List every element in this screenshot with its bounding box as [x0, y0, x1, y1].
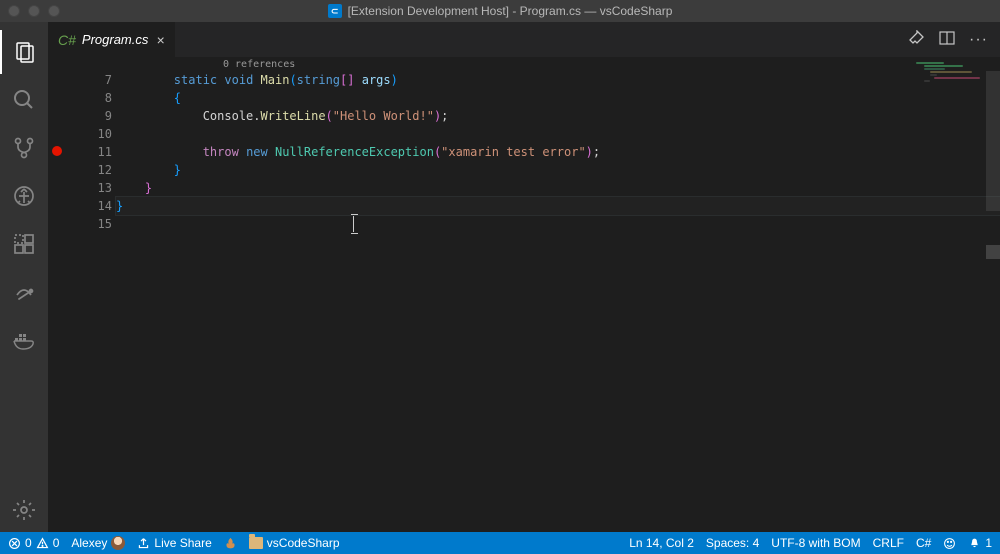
explorer-icon[interactable]: [0, 30, 48, 74]
minimap[interactable]: [916, 61, 986, 111]
editor-area: C# Program.cs × ··· 0 references 7 8 9: [48, 22, 1000, 532]
status-user[interactable]: Alexey: [71, 536, 125, 550]
code-editor[interactable]: 0 references 7 8 9 10 11 12 13 14 15 sta…: [48, 57, 1000, 532]
breakpoint-gutter[interactable]: [48, 71, 66, 532]
source-control-icon[interactable]: [0, 126, 48, 170]
split-editor-icon[interactable]: [939, 30, 955, 49]
code-content[interactable]: static void Main(string[] args) { Consol…: [116, 71, 1000, 532]
line-number: 14: [66, 197, 112, 215]
status-fire-icon[interactable]: [224, 537, 237, 550]
extensions-icon[interactable]: [0, 222, 48, 266]
editor-actions: ···: [897, 22, 1000, 57]
avatar-icon: [111, 536, 125, 550]
activity-bar: [0, 22, 48, 532]
status-eol[interactable]: CRLF: [873, 536, 904, 550]
status-indentation[interactable]: Spaces: 4: [706, 536, 759, 550]
text-cursor: [353, 216, 354, 232]
csharp-file-icon: C#: [58, 32, 76, 48]
line-number: 9: [66, 107, 112, 125]
debug-icon[interactable]: [0, 174, 48, 218]
status-language[interactable]: C#: [916, 536, 931, 550]
window-controls: [8, 5, 60, 17]
scrollbar-marker[interactable]: [986, 245, 1000, 259]
line-number: 11: [66, 143, 112, 161]
compare-changes-icon[interactable]: [909, 30, 925, 49]
status-encoding[interactable]: UTF-8 with BOM: [771, 536, 860, 550]
editor-scrollbar[interactable]: [986, 57, 1000, 532]
status-bar: 0 0 Alexey Live Share vsCodeSharp Ln 14,…: [0, 532, 1000, 554]
docker-icon[interactable]: [0, 318, 48, 362]
tab-bar: C# Program.cs × ···: [48, 22, 1000, 57]
status-feedback-icon[interactable]: [943, 537, 956, 550]
more-actions-icon[interactable]: ···: [969, 31, 988, 49]
search-icon[interactable]: [0, 78, 48, 122]
minimize-window-button[interactable]: [28, 5, 40, 17]
status-problems[interactable]: 0 0: [8, 536, 59, 550]
line-number-gutter: 7 8 9 10 11 12 13 14 15: [66, 71, 116, 532]
window-title-text: [Extension Development Host] - Program.c…: [348, 4, 673, 18]
status-project[interactable]: vsCodeSharp: [249, 536, 340, 550]
codelens-references[interactable]: 0 references: [223, 59, 295, 70]
line-number: 13: [66, 179, 112, 197]
folder-icon: [249, 537, 263, 549]
settings-gear-icon[interactable]: [0, 488, 48, 532]
scrollbar-thumb[interactable]: [986, 71, 1000, 211]
tab-program-cs[interactable]: C# Program.cs ×: [48, 22, 176, 57]
tab-filename: Program.cs: [82, 32, 148, 47]
status-live-share[interactable]: Live Share: [137, 536, 211, 550]
status-cursor-position[interactable]: Ln 14, Col 2: [629, 536, 694, 550]
maximize-window-button[interactable]: [48, 5, 60, 17]
window-title: ⊂ [Extension Development Host] - Program…: [328, 4, 673, 18]
app-icon: ⊂: [328, 4, 342, 18]
remote-explorer-icon[interactable]: [0, 270, 48, 314]
breakpoint-marker[interactable]: [52, 146, 62, 156]
status-notifications[interactable]: 1: [968, 536, 992, 550]
line-number: 7: [66, 71, 112, 89]
line-number: 12: [66, 161, 112, 179]
close-window-button[interactable]: [8, 5, 20, 17]
close-tab-icon[interactable]: ×: [156, 32, 164, 48]
line-number: 15: [66, 215, 112, 233]
titlebar: ⊂ [Extension Development Host] - Program…: [0, 0, 1000, 22]
line-number: 8: [66, 89, 112, 107]
line-number: 10: [66, 125, 112, 143]
main-area: C# Program.cs × ··· 0 references 7 8 9: [0, 22, 1000, 532]
